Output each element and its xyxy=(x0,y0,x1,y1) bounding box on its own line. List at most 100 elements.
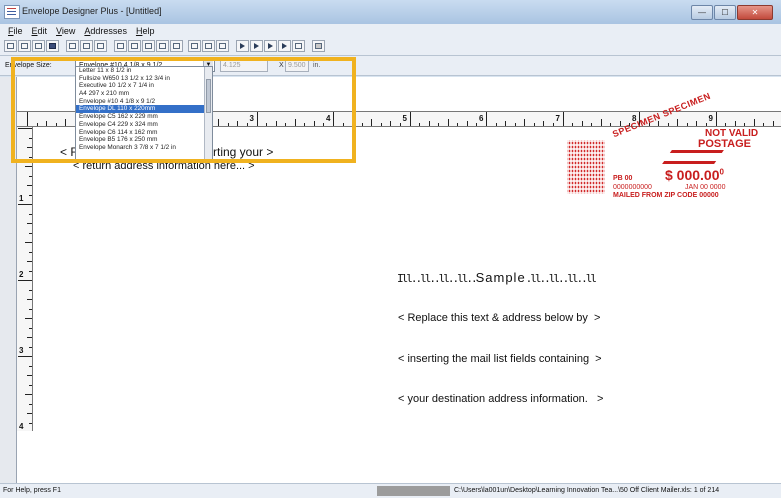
cut-icon[interactable] xyxy=(66,40,79,52)
ruler-tick xyxy=(591,123,593,126)
ruler-tick xyxy=(25,394,32,395)
minimize-button[interactable]: — xyxy=(691,5,713,20)
postage-indicia[interactable]: SPECIMEN SPECIMEN NOT VALID POSTAGE PB 0… xyxy=(567,91,775,210)
ruler-tick xyxy=(514,123,516,126)
vertical-ruler: 1 2 3 4 xyxy=(17,127,33,431)
ruler-tick xyxy=(734,121,736,126)
ruler-tick xyxy=(428,121,430,126)
destination-line-1: < Replace this text & address below by > xyxy=(398,312,601,324)
ruler-tick xyxy=(562,112,564,126)
ruler-tick xyxy=(524,119,526,126)
toolbar xyxy=(0,38,781,56)
ruler-tick xyxy=(486,112,487,126)
close-button[interactable]: ✕ xyxy=(737,5,773,20)
menu-help[interactable]: Help xyxy=(136,26,155,36)
sample-barcode: Ill..ll..ll..ll..Sample.ll..ll..ll..ll xyxy=(397,270,597,285)
ruler-tick xyxy=(772,121,774,126)
ruler-tick xyxy=(27,337,32,338)
previous-record-icon[interactable] xyxy=(250,40,263,52)
ruler-tick xyxy=(29,327,32,329)
maximize-button[interactable]: ☐ xyxy=(714,5,736,20)
envelope-back-icon[interactable] xyxy=(142,40,155,52)
ruler-tick xyxy=(667,123,669,126)
next-record-icon[interactable] xyxy=(264,40,277,52)
ruler-tick xyxy=(29,384,32,386)
ruler-tick xyxy=(29,365,32,367)
ruler-tick xyxy=(25,318,32,319)
barcode-icon[interactable] xyxy=(170,40,183,52)
ruler-tick xyxy=(390,121,392,126)
envelope-icon[interactable] xyxy=(128,40,141,52)
ruler-tick xyxy=(29,289,32,291)
ruler-tick xyxy=(658,121,660,126)
ruler-tick xyxy=(686,123,688,126)
menu-edit[interactable]: Edit xyxy=(32,26,48,36)
status-progress-pane xyxy=(377,486,450,496)
ruler-tick xyxy=(696,121,698,126)
ruler-tick xyxy=(399,123,401,126)
ruler-tick xyxy=(29,403,32,405)
ruler-tick xyxy=(572,123,574,126)
ruler-tick xyxy=(476,123,478,126)
ruler-tick xyxy=(361,123,363,126)
app-icon xyxy=(4,5,20,19)
last-record-icon[interactable] xyxy=(278,40,291,52)
ruler-tick xyxy=(27,299,32,300)
ruler-tick xyxy=(29,270,32,272)
ruler-number: 9 xyxy=(708,114,713,123)
menu-view[interactable]: View xyxy=(56,26,75,36)
ruler-tick xyxy=(600,119,602,126)
ruler-tick xyxy=(29,232,32,234)
ruler-tick xyxy=(29,346,32,348)
new-icon[interactable] xyxy=(4,40,17,52)
save-icon[interactable] xyxy=(46,40,59,52)
envelope-view-icon[interactable] xyxy=(114,40,127,52)
first-record-icon[interactable] xyxy=(236,40,249,52)
postage-amount-value: $ 000.00 xyxy=(665,167,720,183)
ruler-tick xyxy=(457,123,459,126)
zoom-out-icon[interactable] xyxy=(188,40,201,52)
ruler-tick xyxy=(438,123,440,126)
ruler-tick xyxy=(27,261,32,262)
menu-addresses[interactable]: Addresses xyxy=(84,26,127,36)
ruler-tick xyxy=(725,123,727,126)
open-folder-icon[interactable] xyxy=(32,40,45,52)
ruler-tick xyxy=(29,308,32,310)
ruler-tick xyxy=(447,119,449,126)
postage-mailed-from: MAILED FROM ZIP CODE 00000 xyxy=(613,192,719,199)
status-bar: For Help, press F1 C:\Users\la001un\Desk… xyxy=(0,483,781,498)
app-window: Envelope Designer Plus - [Untitled] — ☐ … xyxy=(0,0,781,498)
ruler-tick xyxy=(543,121,545,126)
copy-icon[interactable] xyxy=(80,40,93,52)
destination-address[interactable]: < Replace this text & address below by >… xyxy=(398,285,603,434)
print-icon[interactable] xyxy=(312,40,325,52)
open-icon[interactable] xyxy=(18,40,31,52)
ruler-tick xyxy=(18,356,32,357)
ruler-tick xyxy=(27,413,32,414)
window-controls: — ☐ ✕ xyxy=(691,5,773,20)
ruler-tick xyxy=(29,251,32,253)
ruler-tick xyxy=(29,422,32,424)
ruler-tick xyxy=(753,119,755,126)
postage-amount-sup: 0 xyxy=(719,167,724,177)
paste-icon[interactable] xyxy=(94,40,107,52)
ruler-tick xyxy=(466,121,468,126)
ruler-tick xyxy=(705,123,707,126)
ruler-number: 5 xyxy=(402,114,407,123)
menu-file[interactable]: File xyxy=(8,26,23,36)
ruler-tick xyxy=(715,112,717,126)
ruler-tick xyxy=(409,112,411,126)
postage-digits: 0000000000 xyxy=(613,184,652,191)
ruler-tick xyxy=(677,119,679,126)
eagle-logo-icon xyxy=(662,150,724,164)
destination-line-2: < inserting the mail list fields contain… xyxy=(398,352,602,365)
zoom-in-icon[interactable] xyxy=(216,40,229,52)
ruler-tick xyxy=(18,280,32,281)
zoom-icon[interactable] xyxy=(202,40,215,52)
title-bar: Envelope Designer Plus - [Untitled] — ☐ … xyxy=(0,0,781,24)
ruler-tick xyxy=(27,375,32,376)
list-icon[interactable] xyxy=(292,40,305,52)
ruler-tick xyxy=(371,119,373,126)
envelope-label-icon[interactable] xyxy=(156,40,169,52)
destination-line-3: < your destination address information. … xyxy=(398,393,604,405)
